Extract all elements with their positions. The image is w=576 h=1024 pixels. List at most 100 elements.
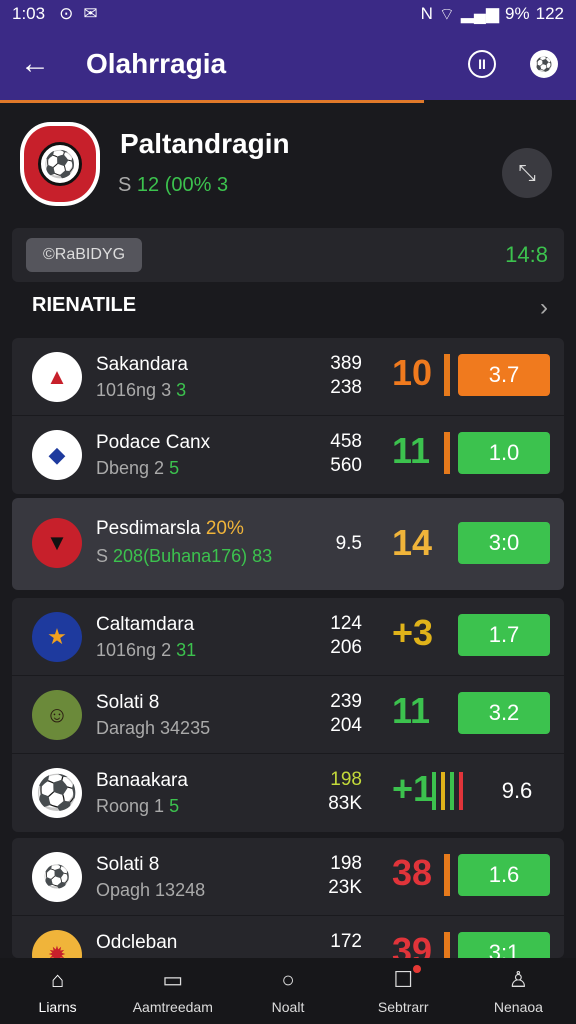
- club-logo-icon: ★: [32, 612, 82, 662]
- row-sub: 1016ng 2 31: [96, 640, 197, 660]
- team-name: Paltandragin: [120, 128, 290, 159]
- match-card-highlighted: ▼ Pesdimarsla 20% S 208(Buhana176) 83 9.…: [12, 498, 564, 590]
- bottom-tab-bar: ⌂ Liarns ▭ Aamtreedam ○ Noalt ☐ Sebtrarr ♙ Ne…: [0, 958, 576, 1024]
- page-title: Olahrragia: [86, 48, 227, 79]
- match-card: ⚽ Solati 8 Opagh 13248 198 23K 38 1.6 ✹ O…: [12, 838, 564, 958]
- row-name: Banaakara: [96, 770, 188, 791]
- list-item[interactable]: ▼ Pesdimarsla 20% S 208(Buhana176) 83 9.…: [12, 498, 564, 590]
- row-marker: [444, 354, 450, 396]
- row-odds-button[interactable]: 3:0: [458, 522, 550, 564]
- row-numbers: 124 206: [330, 613, 362, 658]
- row-odds-button[interactable]: 1.7: [458, 614, 550, 656]
- team-stats: S 12 (00% 3: [118, 174, 229, 196]
- row-numbers: 198 23K: [328, 853, 362, 898]
- row-score: 39: [392, 930, 433, 958]
- status-bar: 1:03 ⊙ ✉ N ⌔ ▂▄▆ 9% 122: [0, 0, 576, 28]
- pause-icon[interactable]: II: [468, 50, 496, 78]
- nfc-icon: N: [420, 4, 433, 23]
- row-score: 14: [392, 522, 433, 563]
- status-right-time: 122: [535, 4, 564, 23]
- tab-home[interactable]: ⌂ Liarns: [0, 958, 115, 1024]
- club-logo-icon: ▲: [32, 352, 82, 402]
- row-marker: [444, 932, 450, 958]
- row-odds-button[interactable]: 3.7: [458, 354, 550, 396]
- match-card: ★ Caltamdara 1016ng 2 31 124 206 +3 1.7 ☺…: [12, 598, 564, 832]
- circle-icon: ○: [281, 967, 295, 992]
- status-time: 1:03: [12, 4, 46, 23]
- row-numbers: 9.5: [335, 533, 362, 554]
- row-name: Pesdimarsla 20%: [96, 518, 244, 539]
- app-bar: ← Olahrragia II ⚽: [0, 28, 576, 100]
- row-sub: Daragh 34235: [96, 718, 211, 738]
- soccer-ball-icon[interactable]: ⚽: [530, 50, 558, 78]
- chevron-right-icon: ›: [540, 294, 548, 321]
- row-odds-button[interactable]: 1.6: [458, 854, 550, 896]
- list-item[interactable]: ★ Caltamdara 1016ng 2 31 124 206 +3 1.7: [12, 598, 564, 676]
- club-logo-icon: ▼: [32, 518, 82, 568]
- row-sub: 1016ng 3 3: [96, 380, 187, 400]
- wifi-icon: ⌔: [438, 4, 455, 24]
- tab-fourth[interactable]: ☐ Sebtrarr: [346, 958, 461, 1024]
- row-marker: [444, 854, 450, 896]
- row-name: Odcleban: [96, 932, 178, 953]
- row-score: 11: [392, 690, 431, 731]
- player-avatar-icon: ☺: [32, 690, 82, 740]
- list-item[interactable]: ⚽ Solati 8 Opagh 13248 198 23K 38 1.6: [12, 838, 564, 916]
- battery-text: 9%: [505, 4, 530, 23]
- row-numbers: 172: [330, 931, 362, 952]
- trend-bars-icon: [432, 772, 463, 810]
- row-odds-button[interactable]: 3:1: [458, 932, 550, 958]
- list-item[interactable]: ⚽ Banaakara Roong 1 5 198 83K +1 9.6: [12, 754, 564, 832]
- band-time: 14:8: [505, 242, 548, 267]
- list-item[interactable]: ◆ Podace Canx Dbeng 2 5 458 560 11 1.0: [12, 416, 564, 494]
- back-arrow-icon[interactable]: ←: [0, 47, 70, 81]
- tab-second[interactable]: ▭ Aamtreedam: [115, 958, 230, 1024]
- row-name: Solati 8: [96, 692, 160, 713]
- section-title: RIENATILE: [32, 294, 137, 316]
- club-logo-icon: ✹: [32, 930, 82, 958]
- soccer-ball-icon: ⚽: [32, 768, 82, 818]
- row-odds-button[interactable]: 3.2: [458, 692, 550, 734]
- signal-icon: ▂▄▆: [460, 4, 500, 23]
- list-item[interactable]: ▲ Sakandara 1016ng 3 3 389 238 10 3.7: [12, 338, 564, 416]
- row-marker: [444, 432, 450, 474]
- row-sub: Roong 1 5: [96, 796, 180, 816]
- match-card: ▲ Sakandara 1016ng 3 3 389 238 10 3.7 ◆ P…: [12, 338, 564, 494]
- row-name: Sakandara: [96, 354, 188, 375]
- row-score: 38: [392, 852, 433, 893]
- row-odds-button[interactable]: 9.6: [482, 770, 552, 812]
- row-sub: S 208(Buhana176) 83: [96, 546, 273, 566]
- row-sub: Opagh 13248: [96, 880, 206, 900]
- list-item[interactable]: ☺ Solati 8 Daragh 34235 239 204 11 3.2: [12, 676, 564, 754]
- row-numbers: 239 204: [330, 691, 362, 736]
- notification-icon: ☐: [393, 965, 422, 993]
- row-name: Podace Canx: [96, 432, 211, 453]
- list-item[interactable]: ✹ Odcleban 172 39 3:1: [12, 916, 564, 958]
- row-odds-button[interactable]: 1.0: [458, 432, 550, 474]
- club-logo-icon: ◆: [32, 430, 82, 480]
- progress-accent-line: [0, 100, 424, 103]
- team-crest-icon: ⚽: [20, 122, 100, 206]
- mail-icon: ✉: [83, 4, 98, 23]
- status-pill[interactable]: ©RaBIDYG: [26, 238, 142, 272]
- tab-third[interactable]: ○ Noalt: [230, 958, 345, 1024]
- app-notification-icon: ⊙: [59, 4, 74, 23]
- section-header[interactable]: RIENATILE ›: [32, 294, 548, 321]
- profile-icon: ♙: [508, 967, 529, 992]
- row-numbers: 458 560: [330, 431, 362, 476]
- row-name: Solati 8: [96, 854, 160, 875]
- info-band: ©RaBIDYG 14:8: [12, 228, 564, 282]
- calendar-icon: ▭: [162, 967, 184, 992]
- row-sub: Dbeng 2 5: [96, 458, 180, 478]
- row-score: +1: [392, 768, 434, 809]
- row-numbers: 198 83K: [328, 769, 362, 814]
- home-icon: ⌂: [50, 967, 65, 992]
- row-score: 10: [392, 352, 433, 393]
- team-header: ⚽ Paltandragin S 12 (00% 3 ⤡: [20, 118, 556, 218]
- edit-tool-icon[interactable]: ⤡: [502, 148, 552, 198]
- row-name: Caltamdara: [96, 614, 195, 635]
- row-score: 11: [392, 430, 431, 471]
- row-numbers: 389 238: [330, 353, 362, 398]
- tab-profile[interactable]: ♙ Nenaoa: [461, 958, 576, 1024]
- club-logo-icon: ⚽: [32, 852, 82, 902]
